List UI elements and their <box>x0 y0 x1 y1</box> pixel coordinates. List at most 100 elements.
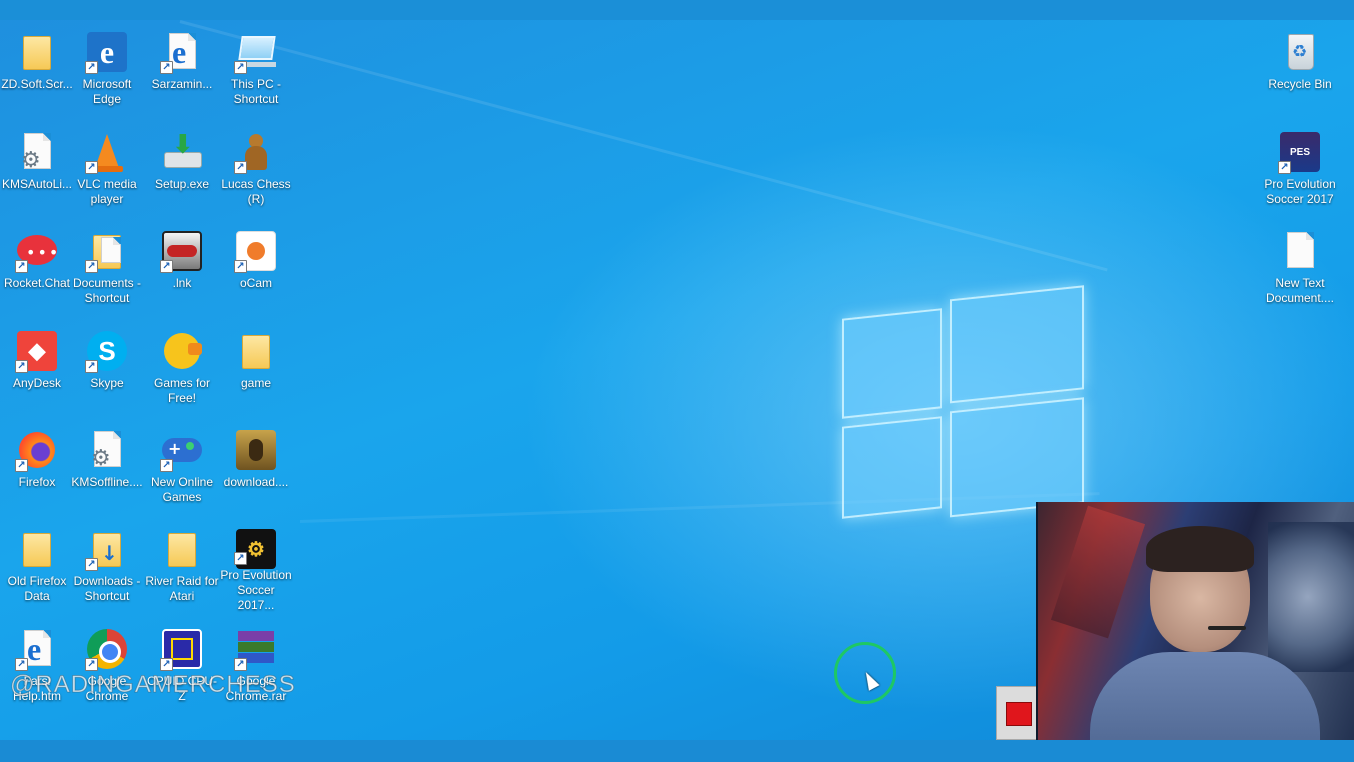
desktop-icon[interactable]: ⚙ KMSoffline.... <box>70 422 144 514</box>
chrome-icon: ↗ <box>85 627 129 671</box>
image-thumbnail-icon <box>234 428 278 472</box>
desktop-icon-label: Rocket.Chat <box>3 276 71 290</box>
desktop-icon-label: River Raid for Atari <box>145 574 219 603</box>
folder-icon <box>15 527 59 571</box>
top-border <box>0 0 1354 20</box>
webcam-background-poster <box>1268 522 1354 672</box>
desktop-icon[interactable]: e ↗ Sarzamin... <box>145 24 219 116</box>
desktop-icon-label: KMSAutoLi... <box>1 177 73 191</box>
desktop-icon-label: Pro Evolution Soccer 2017 <box>1264 177 1336 206</box>
shortcut-arrow-icon: ↗ <box>160 459 173 472</box>
webcam-background-poster <box>1050 505 1146 639</box>
desktop-icon[interactable]: ••• ↗ Rocket.Chat <box>0 223 74 315</box>
desktop-icon-label: .lnk <box>172 276 192 290</box>
pes-game-icon: PES ↗ <box>1278 130 1322 174</box>
desktop-icon-label: Pro Evolution Soccer 2017... <box>220 568 292 612</box>
chess-pawn-icon: ↗ <box>234 130 278 174</box>
desktop-icon-label: ZD.Soft.Scr... <box>1 77 73 91</box>
cpu-z-icon: ↗ <box>160 627 204 671</box>
gear-file-icon: ⚙ <box>85 428 129 472</box>
edge-icon: e ↗ <box>15 627 59 671</box>
recording-widget <box>996 686 1038 740</box>
desktop-icon-label: Games for Free! <box>153 376 210 405</box>
shortcut-arrow-icon: ↗ <box>160 61 173 74</box>
skype-icon: S ↗ <box>85 329 129 373</box>
desktop-icon[interactable]: ⚙ KMSAutoLi... <box>0 124 74 216</box>
desktop-icon[interactable]: ↗ .lnk <box>145 223 219 315</box>
shortcut-arrow-icon: ↗ <box>85 558 98 571</box>
desktop-background[interactable]: ZD.Soft.Scr... e ↗ Microsoft Edge e ↗ Sarzamin… <box>0 0 1354 762</box>
desktop-icon[interactable]: Recycle Bin <box>1262 24 1338 116</box>
shortcut-arrow-icon: ↗ <box>15 459 28 472</box>
rocket-chat-icon: ••• ↗ <box>15 229 59 273</box>
folder-icon <box>234 329 278 373</box>
stop-recording-button[interactable] <box>1006 702 1032 726</box>
desktop-icon[interactable]: e ↗ Microsoft Edge <box>70 24 144 116</box>
desktop-icon-label: Skype <box>90 376 124 390</box>
shortcut-arrow-icon: ↗ <box>85 260 98 273</box>
desktop-icon[interactable]: ↓ ↗ Downloads - Shortcut <box>70 521 144 613</box>
webcam-person-hair <box>1146 526 1254 572</box>
desktop-icon-label: Setup.exe <box>154 177 210 191</box>
windows-logo-pane <box>950 397 1084 518</box>
desktop-icon[interactable]: Games for Free! <box>145 323 219 415</box>
desktop-icon-label: Lucas Chess (R) <box>221 177 291 206</box>
windows-logo-pane <box>842 416 942 519</box>
shortcut-arrow-icon: ↗ <box>85 360 98 373</box>
desktop-icon-label: game <box>240 376 272 390</box>
gamepad-icon: + ↗ <box>160 428 204 472</box>
firefox-icon: ↗ <box>15 428 59 472</box>
desktop-icon[interactable]: download.... <box>219 422 293 514</box>
shortcut-arrow-icon: ↗ <box>234 260 247 273</box>
edge-icon: e ↗ <box>160 30 204 74</box>
desktop-icon[interactable]: ↗ VLC media player <box>70 124 144 216</box>
desktop-icon[interactable]: River Raid for Atari <box>145 521 219 613</box>
shortcut-arrow-icon: ↗ <box>15 360 28 373</box>
desktop-icon[interactable]: ↗ oCam <box>219 223 293 315</box>
edge-icon: e ↗ <box>85 30 129 74</box>
shortcut-arrow-icon: ↗ <box>15 260 28 273</box>
desktop-icon[interactable]: ↗ Documents - Shortcut <box>70 223 144 315</box>
shortcut-arrow-icon: ↗ <box>234 161 247 174</box>
this-pc-icon: ↗ <box>234 30 278 74</box>
pes-settings-icon: ⚙ ↗ <box>234 527 278 569</box>
ocam-icon: ↗ <box>234 229 278 273</box>
shortcut-arrow-icon: ↗ <box>160 260 173 273</box>
headset-mic-icon <box>1208 626 1246 630</box>
vlc-cone-icon: ↗ <box>85 130 129 174</box>
folder-icon <box>15 30 59 74</box>
desktop-icon[interactable]: ◆ ↗ AnyDesk <box>0 323 74 415</box>
folder-icon <box>160 527 204 571</box>
channel-watermark: @RADINGAMERCHESS <box>10 671 296 699</box>
desktop-icon[interactable]: ZD.Soft.Scr... <box>0 24 74 116</box>
desktop-icon[interactable]: ⚙ ↗ Pro Evolution Soccer 2017... <box>219 521 293 613</box>
downloads-folder-icon: ↓ ↗ <box>85 527 129 571</box>
desktop-icon[interactable]: ⬇ Setup.exe <box>145 124 219 216</box>
shortcut-arrow-icon: ↗ <box>85 61 98 74</box>
setup-installer-icon: ⬇ <box>160 130 204 174</box>
desktop-icon[interactable]: S ↗ Skype <box>70 323 144 415</box>
desktop-icon[interactable]: + ↗ New Online Games <box>145 422 219 514</box>
desktop-icon[interactable]: ↗ Lucas Chess (R) <box>219 124 293 216</box>
desktop-icon-label: download.... <box>223 475 289 489</box>
desktop-icon[interactable]: game <box>219 323 293 415</box>
desktop-icon[interactable]: ↗ This PC - Shortcut <box>219 24 293 116</box>
desktop-icon[interactable]: New Text Document.... <box>1262 223 1338 315</box>
desktop-icon-label: New Online Games <box>150 475 214 504</box>
desktop-icon-label: VLC media player <box>77 177 137 206</box>
car-thumbnail-icon: ↗ <box>160 229 204 273</box>
documents-folder-icon: ↗ <box>85 229 129 273</box>
windows-logo-pane <box>842 308 942 419</box>
text-document-icon <box>1278 229 1322 273</box>
windows-logo-wallpaper <box>838 263 1088 539</box>
desktop-icon[interactable]: ↗ Firefox <box>0 422 74 514</box>
desktop-icon-label: Downloads - Shortcut <box>73 574 141 603</box>
gear-file-icon: ⚙ <box>15 130 59 174</box>
desktop-icon-label: This PC - Shortcut <box>230 77 281 106</box>
desktop-icon[interactable]: Old Firefox Data <box>0 521 74 613</box>
desktop-icon-label: KMSoffline.... <box>71 475 143 489</box>
desktop-icon-label: Firefox <box>18 475 56 489</box>
desktop-icon-label: oCam <box>239 276 272 290</box>
anydesk-icon: ◆ ↗ <box>15 329 59 373</box>
desktop-icon[interactable]: PES ↗ Pro Evolution Soccer 2017 <box>1262 124 1338 216</box>
